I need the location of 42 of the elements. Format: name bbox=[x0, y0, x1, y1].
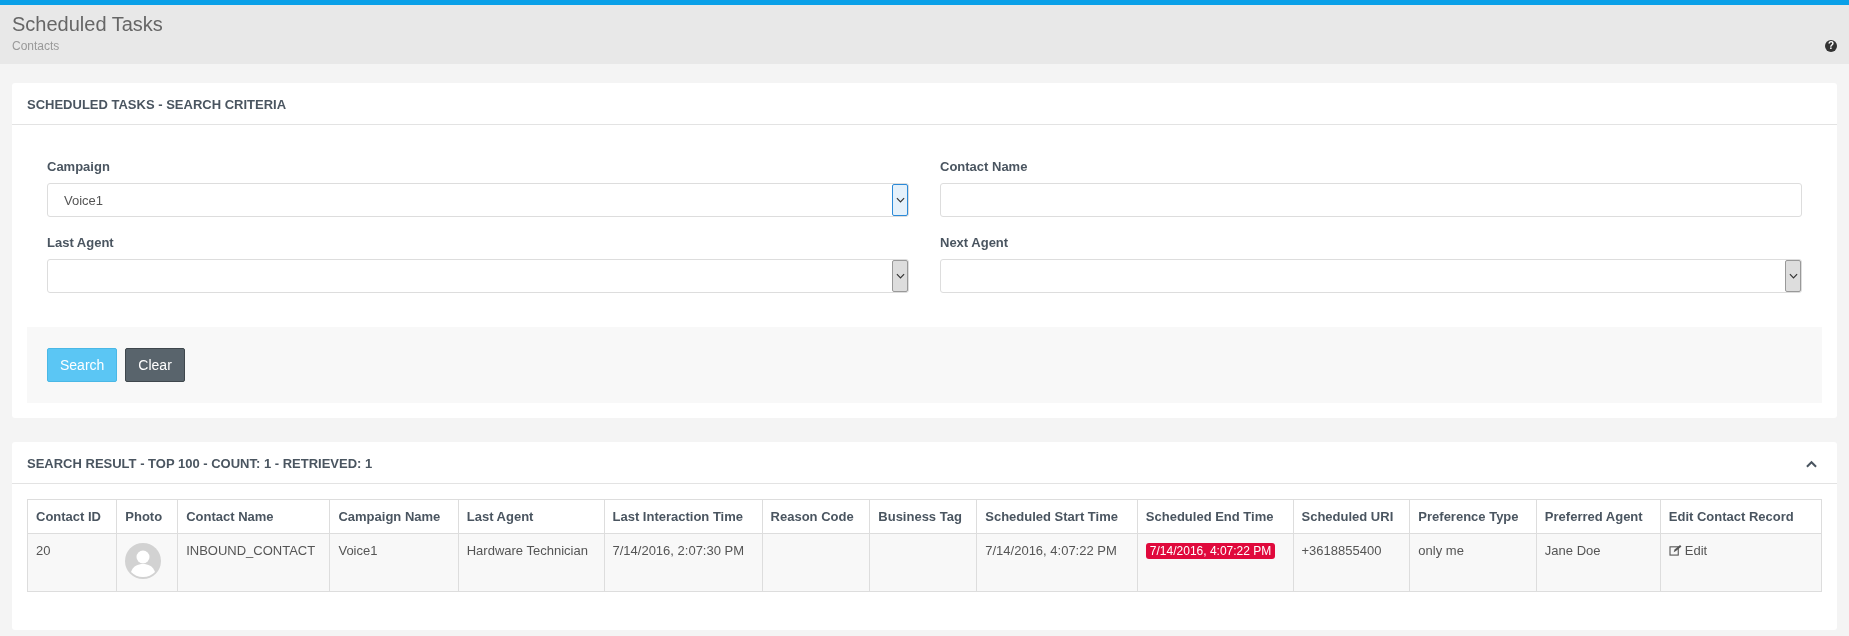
help-icon[interactable]: ? bbox=[1825, 40, 1837, 52]
field-label: Contact Name bbox=[940, 159, 1029, 174]
collapse-chevron-icon[interactable] bbox=[1806, 459, 1817, 468]
table-cell: INBOUND_CONTACT bbox=[177, 533, 330, 592]
select-field[interactable] bbox=[47, 259, 909, 293]
table-cell: +3618855400 bbox=[1293, 533, 1410, 592]
column-header: Last Interaction Time bbox=[604, 499, 763, 534]
field-label: Last Agent bbox=[47, 235, 115, 250]
edit-link[interactable]: Edit bbox=[1668, 543, 1708, 558]
field-label: Campaign bbox=[47, 159, 111, 174]
breadcrumb: Contacts bbox=[12, 39, 61, 53]
avatar-icon bbox=[125, 543, 162, 579]
column-header: Contact ID bbox=[27, 499, 117, 534]
table-cell: 7/14/2016, 2:07:30 PM bbox=[604, 533, 763, 592]
column-header: Edit Contact Record bbox=[1660, 499, 1822, 534]
panel-title: SCHEDULED TASKS - SEARCH CRITERIA bbox=[12, 83, 1837, 125]
column-header: Last Agent bbox=[458, 499, 604, 534]
column-header: Contact Name bbox=[177, 499, 330, 534]
table-cell: 20 bbox=[27, 533, 117, 592]
edit-icon bbox=[1668, 545, 1682, 556]
column-header: Reason Code bbox=[762, 499, 870, 534]
input-field[interactable] bbox=[940, 183, 1802, 217]
table-cell: Voice1 bbox=[329, 533, 459, 592]
column-header: Scheduled End Time bbox=[1137, 499, 1293, 534]
select-field[interactable]: Voice1 bbox=[47, 183, 909, 217]
column-header: Preferred Agent bbox=[1536, 499, 1661, 534]
table-cell: Jane Doe bbox=[1536, 533, 1661, 592]
end-time-badge: 7/14/2016, 4:07:22 PM bbox=[1145, 543, 1276, 559]
page-title: Scheduled Tasks bbox=[12, 13, 163, 36]
table-cell: only me bbox=[1409, 533, 1537, 592]
clear-button[interactable]: Clear bbox=[125, 348, 185, 382]
column-header: Business Tag bbox=[869, 499, 977, 534]
column-header: Scheduled URI bbox=[1293, 499, 1410, 534]
panel-title: SEARCH RESULT - TOP 100 - COUNT: 1 - RETRIEVED: 1 bbox=[27, 456, 373, 471]
field-label: Next Agent bbox=[940, 235, 1010, 250]
table-cell: 7/14/2016, 4:07:22 PM bbox=[976, 533, 1138, 592]
table-cell: Hardware Technician bbox=[458, 533, 604, 592]
select-field[interactable] bbox=[940, 259, 1802, 293]
column-header: Scheduled Start Time bbox=[976, 499, 1138, 534]
column-header: Campaign Name bbox=[329, 499, 459, 534]
column-header: Preference Type bbox=[1409, 499, 1537, 534]
column-header: Photo bbox=[116, 499, 178, 534]
